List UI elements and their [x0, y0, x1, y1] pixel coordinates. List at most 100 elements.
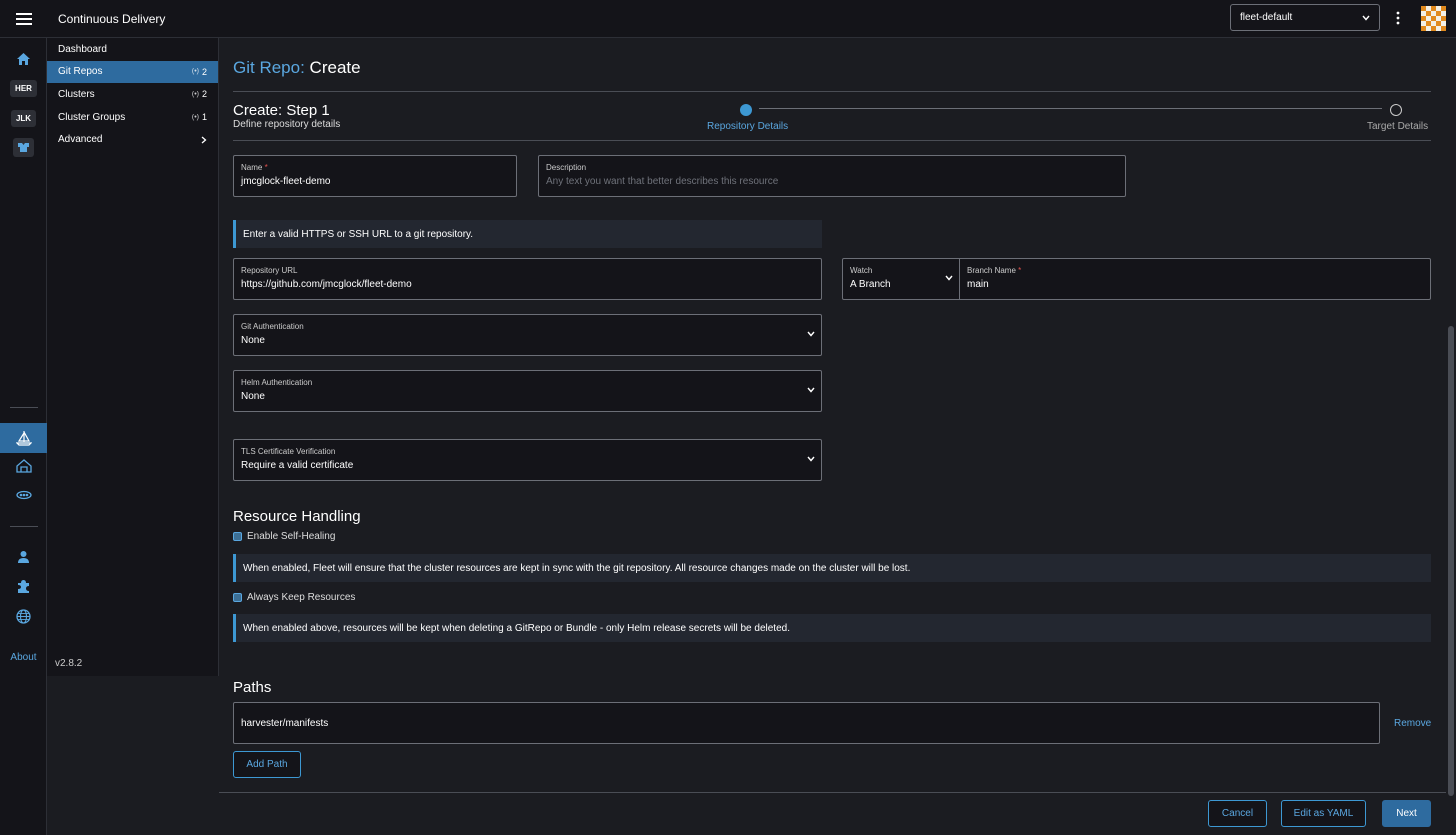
chevron-down-icon: [807, 331, 815, 339]
scrollbar[interactable]: [1446, 38, 1456, 835]
step-subtitle: Define repository details: [233, 119, 341, 130]
tls-verification-value: Require a valid certificate: [241, 460, 354, 471]
sidebar: Dashboard Git Repos (•) 2 Clusters (•) 2 C…: [47, 38, 219, 676]
page-title: Git Repo: Create: [233, 58, 361, 78]
chevron-down-icon: [807, 387, 815, 395]
tls-verification-select[interactable]: TLS Certificate Verification Require a v…: [233, 439, 822, 481]
git-authentication-value: None: [241, 335, 265, 346]
cancel-button[interactable]: Cancel: [1208, 800, 1267, 827]
branch-name-label: Branch Name: [967, 266, 1016, 275]
repository-url-field[interactable]: Repository URL https://github.com/jmcglo…: [233, 258, 822, 300]
sidebar-item-label: Advanced: [58, 134, 103, 146]
fleet-icon[interactable]: [0, 423, 47, 453]
required-marker: *: [264, 163, 268, 172]
user-icon[interactable]: [0, 544, 47, 570]
more-options-icon[interactable]: [1389, 7, 1407, 29]
remove-path-link[interactable]: Remove: [1394, 718, 1431, 729]
resource-count-icon: (•): [191, 113, 199, 121]
extensions-icon[interactable]: [0, 573, 47, 599]
watch-select-value: A Branch: [850, 279, 891, 290]
edit-as-yaml-button[interactable]: Edit as YAML: [1281, 800, 1366, 827]
branch-name-field[interactable]: Branch Name * main: [959, 258, 1431, 300]
git-authentication-label: Git Authentication: [241, 322, 304, 331]
about-link[interactable]: About: [0, 652, 47, 663]
watch-select-label: Watch: [850, 266, 873, 275]
cluster-her[interactable]: HER: [0, 75, 47, 101]
name-field[interactable]: Name * jmcglock-fleet-demo: [233, 155, 517, 197]
self-healing-label: Enable Self-Healing: [247, 531, 336, 542]
required-marker: *: [1018, 266, 1022, 275]
cluster-explorer-icon[interactable]: [0, 453, 47, 479]
branch-name-value: main: [967, 279, 989, 290]
resource-handling-title: Resource Handling: [233, 508, 361, 525]
sidebar-item-advanced[interactable]: Advanced: [47, 128, 218, 151]
keep-resources-checkbox[interactable]: Always Keep Resources: [233, 592, 355, 603]
sidebar-item-label: Git Repos: [58, 66, 103, 78]
user-avatar[interactable]: [1421, 6, 1446, 31]
resource-count-icon: (•): [191, 90, 199, 98]
chevron-right-icon: [201, 136, 207, 144]
step-1-label[interactable]: Repository Details: [707, 121, 788, 132]
next-button[interactable]: Next: [1382, 800, 1431, 827]
name-field-value: jmcglock-fleet-demo: [241, 176, 331, 187]
repository-url-value: https://github.com/jmcglock/fleet-demo: [241, 279, 412, 290]
url-info-banner: Enter a valid HTTPS or SSH URL to a git …: [233, 220, 822, 248]
description-field-placeholder: Any text you want that better describes …: [546, 176, 779, 187]
chevron-down-icon: [945, 275, 953, 283]
keep-resources-info-banner: When enabled above, resources will be ke…: [233, 614, 1431, 642]
add-path-button[interactable]: Add Path: [233, 751, 301, 778]
self-healing-checkbox[interactable]: Enable Self-Healing: [233, 531, 335, 542]
sidebar-item-label: Cluster Groups: [58, 111, 126, 123]
checkbox-checked-icon: [233, 593, 242, 602]
step-title: Create: Step 1: [233, 102, 330, 119]
rail-divider: [10, 526, 38, 527]
helm-authentication-select[interactable]: Helm Authentication None: [233, 370, 822, 412]
name-field-label: Name: [241, 163, 263, 172]
namespace-select-value: fleet-default: [1240, 12, 1293, 23]
harvester-icon[interactable]: [0, 134, 47, 160]
description-field-label: Description: [546, 163, 587, 172]
version-label: v2.8.2: [55, 658, 83, 669]
git-authentication-select[interactable]: Git Authentication None: [233, 314, 822, 356]
cluster-her-label: HER: [10, 79, 37, 97]
left-rail: HER JLK About: [0, 38, 47, 835]
sidebar-item-dashboard[interactable]: Dashboard: [47, 38, 218, 61]
sidebar-item-clusters[interactable]: Clusters (•) 2: [47, 83, 218, 106]
rail-divider: [10, 407, 38, 408]
resource-count-icon: (•): [191, 68, 199, 76]
cluster-jlk[interactable]: JLK: [0, 105, 47, 131]
description-field[interactable]: Description Any text you want that bette…: [538, 155, 1126, 197]
sidebar-item-label: Clusters: [58, 88, 95, 100]
path-input[interactable]: harvester/manifests: [233, 702, 1380, 744]
watch-select[interactable]: Watch A Branch: [842, 258, 960, 300]
sidebar-item-count: 2: [201, 89, 207, 100]
menu-icon[interactable]: [0, 0, 47, 38]
sidebar-item-cluster-groups[interactable]: Cluster Groups (•) 1: [47, 106, 218, 129]
divider: [233, 91, 1431, 92]
tls-verification-label: TLS Certificate Verification: [241, 447, 336, 456]
namespace-select[interactable]: fleet-default: [1230, 4, 1380, 31]
sidebar-item-git-repos[interactable]: Git Repos (•) 2: [47, 60, 218, 84]
repository-url-label: Repository URL: [241, 266, 298, 275]
divider: [233, 140, 1431, 141]
sidebar-item-count: 1: [201, 112, 207, 123]
checkbox-checked-icon: [233, 532, 242, 541]
paths-title: Paths: [233, 679, 272, 696]
sidebar-item-count: 2: [201, 66, 207, 77]
helm-authentication-value: None: [241, 391, 265, 402]
home-icon[interactable]: [0, 46, 47, 72]
form-footer: Cancel Edit as YAML Next: [219, 792, 1446, 835]
sidebar-item-label: Dashboard: [58, 43, 107, 55]
cluster-jlk-label: JLK: [10, 109, 37, 127]
chevron-down-icon: [807, 456, 815, 464]
breadcrumb[interactable]: Git Repo:: [233, 58, 305, 77]
scrollbar-thumb[interactable]: [1448, 326, 1454, 796]
step-2-indicator: [1390, 104, 1402, 116]
chevron-down-icon: [1362, 15, 1370, 21]
globe-icon[interactable]: [0, 603, 47, 629]
main-content: Git Repo: Create Create: Step 1 Define r…: [219, 38, 1446, 835]
step-2-label[interactable]: Target Details: [1367, 121, 1428, 132]
keep-resources-label: Always Keep Resources: [247, 592, 356, 603]
network-icon[interactable]: [0, 482, 47, 508]
helm-authentication-label: Helm Authentication: [241, 378, 313, 387]
